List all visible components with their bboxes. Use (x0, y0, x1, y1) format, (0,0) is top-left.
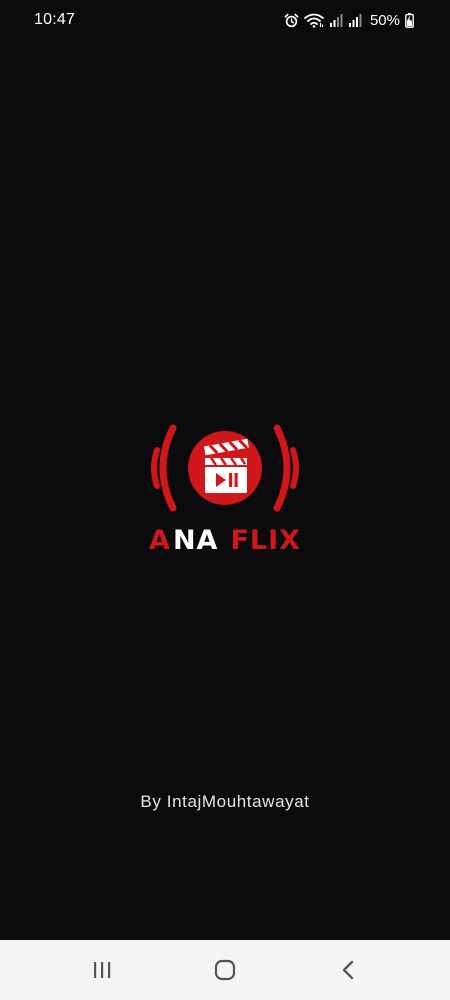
back-icon (343, 960, 354, 980)
home-icon (214, 959, 236, 981)
status-icons: 50% (284, 12, 414, 29)
status-time: 10:47 (34, 11, 76, 28)
signal-icon (329, 14, 343, 27)
app-logo: A NA FLIX (145, 420, 305, 560)
battery-icon (405, 12, 414, 28)
splash-screen: 10:47 50% A NA FLIX By IntajMouhtawayat (0, 0, 450, 1000)
back-button[interactable] (324, 946, 372, 994)
logo-word-flix: FLIX (230, 524, 301, 556)
logo-word-na: NA (172, 524, 219, 556)
recent-apps-icon (93, 962, 110, 978)
logo-word-a: A (149, 524, 171, 556)
logo-wordmark: A NA FLIX (145, 520, 305, 560)
recent-apps-button[interactable] (78, 946, 126, 994)
status-bar: 10:47 50% (0, 0, 450, 40)
clapperboard-broadcast-icon (151, 424, 299, 512)
battery-percentage: 50% (369, 11, 400, 29)
signal-icon (348, 14, 362, 27)
system-navigation-bar (0, 940, 450, 1000)
developer-byline: By IntajMouhtawayat (140, 792, 310, 811)
home-button[interactable] (201, 946, 249, 994)
alarm-icon (284, 13, 299, 27)
wifi-icon (304, 13, 324, 28)
